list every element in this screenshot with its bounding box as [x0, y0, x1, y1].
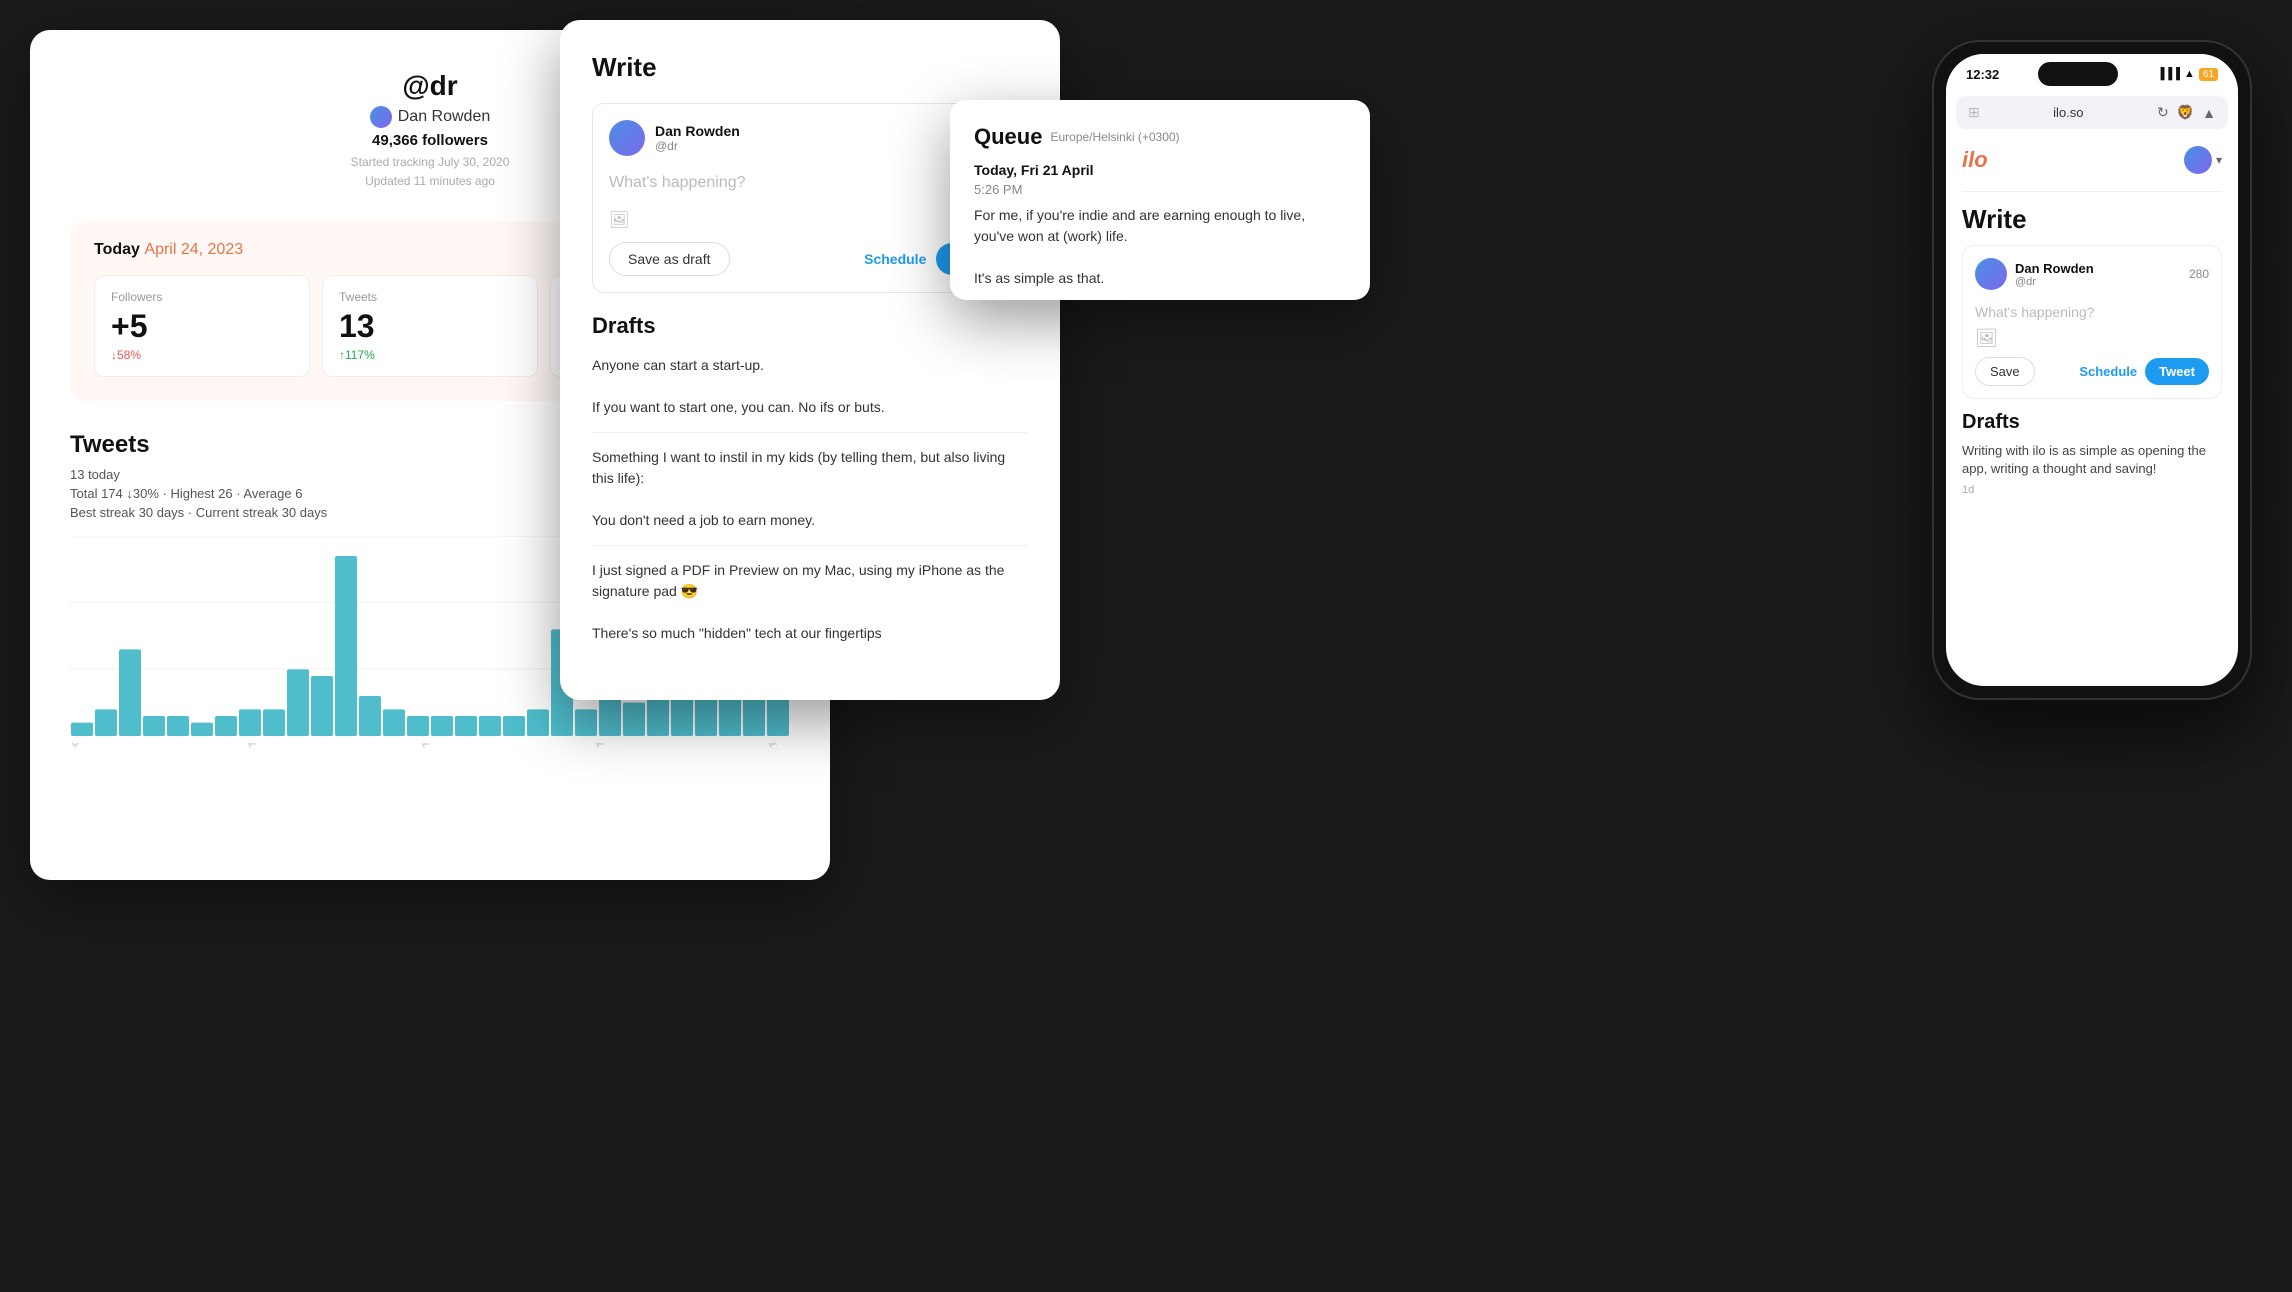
queue-text: For me, if you're indie and are earning … [974, 205, 1346, 289]
user-menu[interactable]: ▾ [2184, 146, 2222, 174]
phone-drafts-title: Drafts [1962, 411, 2222, 434]
phone-composer-avatar [1975, 258, 2007, 290]
queue-date: Today, Fri 21 April [974, 162, 1346, 178]
phone-media-icon: 🖼 [1975, 328, 2209, 349]
save-draft-button[interactable]: Save as draft [609, 242, 730, 276]
divider [1962, 191, 2222, 192]
phone-tweet-button[interactable]: Tweet [2145, 358, 2209, 385]
user-avatar [2184, 146, 2212, 174]
tab-icon: ⊞ [1968, 104, 1980, 121]
battery-icon: 61 [2199, 68, 2218, 81]
draft-item-2[interactable]: Something I want to instil in my kids (b… [592, 447, 1028, 546]
phone-screen: 12:32 ▐▐▐ ▲ 61 ⊞ ilo.so ↻ 🦁 ▲ [1946, 54, 2238, 686]
queue-card: Queue Europe/Helsinki (+0300) Today, Fri… [950, 100, 1370, 300]
composer-name: Dan Rowden [655, 123, 740, 139]
phone-write-title: Write [1962, 204, 2222, 235]
profile-name: Dan Rowden [398, 108, 491, 126]
phone-notch [2038, 62, 2118, 86]
today-date: April 24, 2023 [144, 241, 243, 258]
draft-item-3[interactable]: I just signed a PDF in Preview on my Mac… [592, 560, 1028, 658]
phone-time: 12:32 [1966, 67, 1999, 82]
composer-handle: @dr [655, 139, 740, 153]
signal-icon: ▐▐▐ [2157, 68, 2180, 80]
menu-icon[interactable]: ▲ [2202, 105, 2216, 121]
phone-compose-box[interactable]: Dan Rowden @dr 280 What's happening? 🖼 S… [1962, 245, 2222, 399]
browser-controls: ↻ 🦁 ▲ [2157, 104, 2216, 121]
drafts-title: Drafts [592, 313, 1028, 339]
write-title: Write [592, 52, 1028, 83]
queue-timezone: Europe/Helsinki (+0300) [1050, 130, 1179, 144]
draft-item-1[interactable]: Anyone can start a start-up.If you want … [592, 355, 1028, 433]
ilo-logo: ilo [1962, 147, 1988, 173]
phone-save-button[interactable]: Save [1975, 357, 2035, 386]
phone-draft-item[interactable]: Writing with ilo is as simple as opening… [1962, 442, 2222, 496]
phone-mockup: 12:32 ▐▐▐ ▲ 61 ⊞ ilo.so ↻ 🦁 ▲ [1932, 40, 2272, 740]
queue-title: Queue [974, 124, 1042, 150]
queue-time: 5:26 PM [974, 182, 1346, 197]
phone-status-icons: ▐▐▐ ▲ 61 [2157, 68, 2218, 81]
followers-change: ↓58% [111, 348, 293, 362]
stat-tweets: Tweets 13 ↑117% [322, 275, 538, 377]
phone-url: ilo.so [2053, 105, 2083, 120]
char-count: 280 [2189, 267, 2209, 281]
composer-avatar [609, 120, 645, 156]
phone-compose-input[interactable]: What's happening? [1975, 298, 2209, 328]
phone-content: ilo ▾ Write Dan Rowden @dr [1946, 135, 2238, 496]
schedule-button[interactable]: Schedule [864, 251, 926, 267]
stat-followers: Followers +5 ↓58% [94, 275, 310, 377]
refresh-icon[interactable]: ↻ [2157, 104, 2169, 121]
phone-composer-handle: @dr [2015, 276, 2094, 288]
phone-draft-text: Writing with ilo is as simple as opening… [1962, 442, 2222, 478]
phone-statusbar: 12:32 ▐▐▐ ▲ 61 [1946, 54, 2238, 90]
tweets-change: ↑117% [339, 348, 521, 362]
queue-header: Queue Europe/Helsinki (+0300) [974, 124, 1346, 150]
profile-avatar [370, 106, 392, 128]
brave-icon: 🦁 [2177, 104, 2194, 121]
wifi-icon: ▲ [2184, 68, 2195, 80]
phone-composer-name: Dan Rowden [2015, 261, 2094, 276]
phone-frame: 12:32 ▐▐▐ ▲ 61 ⊞ ilo.so ↻ 🦁 ▲ [1932, 40, 2252, 700]
phone-schedule-button[interactable]: Schedule [2079, 364, 2137, 379]
phone-composer-header: Dan Rowden @dr 280 [1975, 258, 2209, 290]
phone-draft-meta: 1d [1962, 484, 2222, 496]
dropdown-chevron-icon[interactable]: ▾ [2216, 153, 2222, 167]
phone-browser-bar[interactable]: ⊞ ilo.so ↻ 🦁 ▲ [1956, 96, 2228, 129]
